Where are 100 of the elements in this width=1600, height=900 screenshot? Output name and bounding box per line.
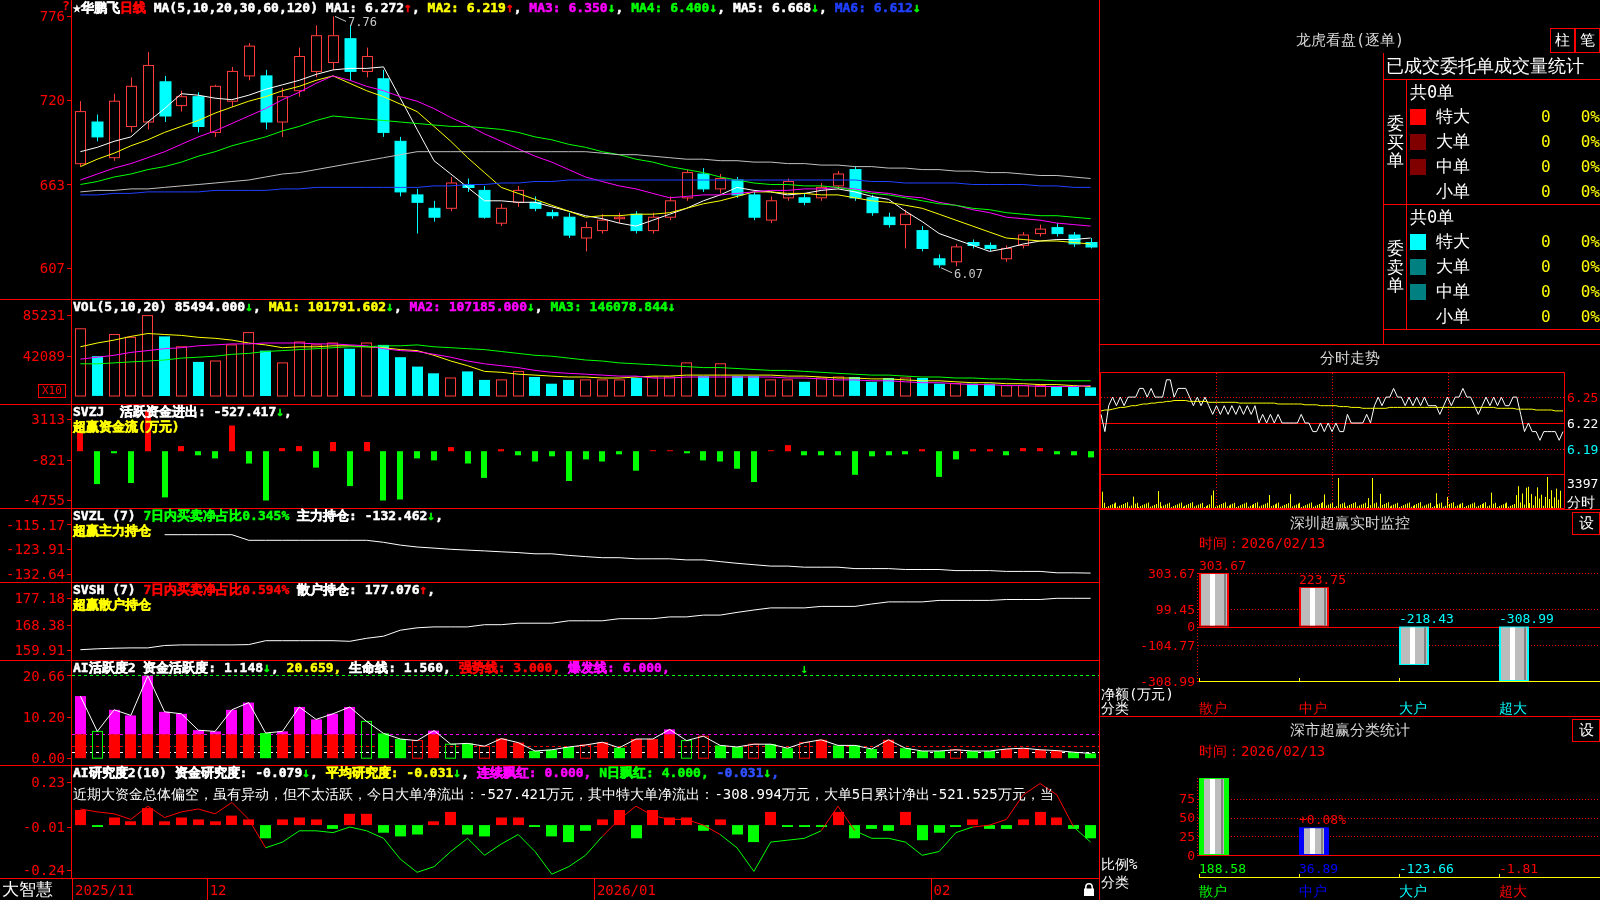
volume-bar [327, 342, 338, 397]
volume-bar [984, 383, 995, 396]
activity-bar [614, 747, 625, 759]
volume-bar [125, 336, 136, 397]
fund-flow-bar [465, 451, 471, 464]
category-label: 大户 [1399, 883, 1427, 899]
candlestick [648, 212, 659, 234]
research-bar [698, 825, 709, 831]
order-count: 0 [1541, 307, 1551, 326]
annotation: 7.76 [348, 15, 377, 30]
candlestick [833, 170, 844, 190]
axis-label: 3113 [31, 411, 65, 428]
activity-bar [378, 733, 389, 759]
volume-bar [395, 357, 406, 396]
candlestick [529, 195, 542, 212]
volume-bar [1018, 385, 1029, 397]
research-bar [900, 811, 911, 826]
fund-flow-bar [566, 451, 572, 481]
axis-label: -821 [31, 451, 65, 468]
order-count: 0 [1541, 157, 1551, 176]
volume-bar [782, 379, 793, 397]
indicator-legend: ★华鹏飞日线 MA(5,10,20,30,60,120) MA1: 6.272↑, MA2: 6.219↑, MA3: 6.350↓, MA4: 6.400↓, MA5: 6.668↓, MA6: 6.612↓ [73, 0, 921, 15]
activity-bar [900, 748, 911, 759]
activity-bar [1001, 749, 1012, 759]
activity-bar [799, 742, 810, 759]
row-label: 特大 [1436, 230, 1470, 253]
fund-flow-bar [1088, 451, 1094, 458]
indicator-legend: 超赢主力持仓 [73, 523, 151, 538]
axis-title: 净额(万元) [1101, 686, 1174, 702]
category-label: 大户 [1399, 700, 1427, 716]
settings-button[interactable]: 设 [1572, 511, 1600, 535]
axis-label: 177.18 [14, 590, 65, 606]
volume-bar [597, 379, 608, 397]
candlestick [344, 24, 357, 81]
activity-bar [748, 743, 759, 759]
candlestick [446, 176, 457, 212]
fund-flow-bar [818, 451, 824, 456]
fund-flow-bar [296, 446, 302, 452]
activity-bar [681, 740, 692, 759]
volume-bar [715, 363, 726, 397]
fund-flow-bar [397, 451, 403, 500]
category-label: 超大 [1499, 700, 1527, 716]
order-count: 0 [1541, 232, 1551, 251]
activity-bar [529, 751, 540, 759]
activity-bar [462, 743, 473, 759]
fund-flow-bar [616, 451, 622, 455]
candlestick [916, 225, 929, 252]
annotation: 6.07 [954, 266, 984, 281]
settings-button[interactable]: 设 [1572, 718, 1600, 742]
candlestick [1051, 222, 1064, 237]
fund-flow-bar [785, 445, 791, 452]
category-label: 散户 [1199, 700, 1227, 716]
axis-label: 159.91 [14, 642, 65, 658]
order-share: 0% [1580, 282, 1600, 301]
fund-flow-bar [128, 451, 134, 483]
volume-bar [311, 344, 322, 397]
fund-flow-bar [1071, 451, 1077, 456]
group-label: 委卖单 [1386, 238, 1404, 296]
research-bar [1018, 819, 1029, 826]
volume-bar [412, 366, 423, 396]
candlestick [244, 42, 255, 81]
candlestick [394, 136, 407, 197]
panel-title: 深市超赢分类统计 [1290, 720, 1410, 740]
research-bar [445, 811, 456, 826]
help-mark[interactable]: ? [62, 0, 70, 12]
research-bar [546, 825, 557, 837]
research-bar [210, 821, 221, 826]
candlestick [75, 100, 86, 168]
activity-bar [1068, 752, 1079, 759]
fund-flow-bar [751, 451, 757, 482]
mode-button[interactable]: 笔 [1575, 28, 1600, 53]
candlestick [362, 47, 373, 78]
candlestick [614, 212, 625, 224]
indicator-legend: AI活跃度2 资金活跃度: 1.148↓, 20.659, 生命线: 1.560, 强势线: 3.000, 爆发线: 6.000, [73, 660, 670, 675]
mode-button[interactable]: 柱 [1550, 28, 1575, 53]
order-count: 0 [1541, 107, 1551, 126]
research-bar [1001, 825, 1012, 829]
order-share: 0% [1580, 232, 1600, 251]
volume-bar [277, 362, 288, 397]
candlestick [748, 191, 761, 221]
volume-bar [1001, 385, 1012, 397]
candlestick [513, 185, 524, 208]
fund-flow-bar [94, 451, 100, 485]
fund-flow-bar [263, 451, 269, 501]
volume-bar [294, 341, 305, 397]
group-total: 共0单 [1410, 80, 1455, 104]
axis-label: 607 [39, 259, 65, 276]
indicator-legend: 超赢散户持仓 [73, 597, 151, 612]
candlestick [849, 166, 862, 202]
research-bar [277, 819, 288, 826]
research-bar [311, 819, 322, 826]
fund-flow-bar [162, 451, 168, 498]
fund-flow-bar [431, 451, 437, 461]
activity-bar [967, 751, 978, 759]
activity-bar [1085, 753, 1096, 759]
axis-title: 分时 [1567, 494, 1595, 509]
candlestick [766, 195, 777, 224]
candlestick [411, 188, 424, 234]
row-label: 大单 [1436, 255, 1470, 278]
candlestick [697, 167, 710, 193]
